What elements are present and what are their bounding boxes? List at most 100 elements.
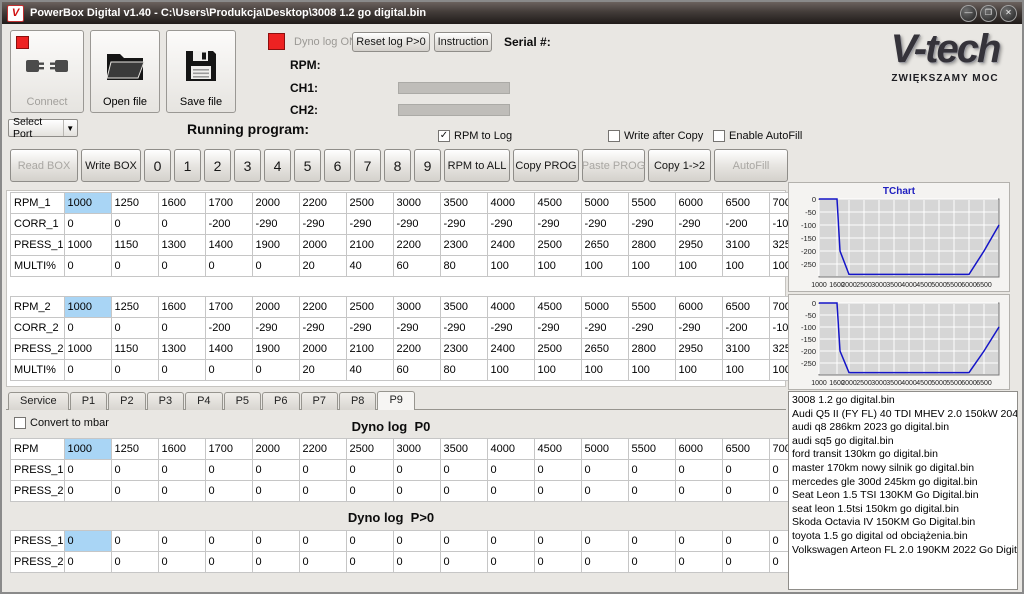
table-cell[interactable]: -200: [205, 318, 252, 339]
table-cell[interactable]: 100: [722, 256, 769, 277]
table-cell[interactable]: -290: [393, 214, 440, 235]
copy-1-to-2-button[interactable]: Copy 1->2: [648, 149, 711, 182]
tab-p3[interactable]: P3: [147, 392, 184, 410]
tab-p9[interactable]: P9: [377, 391, 414, 410]
close-button[interactable]: ✕: [1000, 5, 1017, 22]
table-cell[interactable]: 1000: [64, 439, 111, 460]
table-cell[interactable]: 0: [346, 481, 393, 502]
table-cell[interactable]: 1000: [64, 297, 111, 318]
table-cell[interactable]: 3500: [440, 439, 487, 460]
table-cell[interactable]: 100: [675, 256, 722, 277]
table-cell[interactable]: 4500: [534, 297, 581, 318]
table-cell[interactable]: 1000: [64, 193, 111, 214]
file-list-item[interactable]: seat leon 1.5tsi 150km go digital.bin: [792, 503, 1017, 517]
file-list-item[interactable]: Seat Leon 1.5 TSI 130KM Go Digital.bin: [792, 489, 1017, 503]
table-cell[interactable]: 4000: [487, 439, 534, 460]
program-5-button[interactable]: 5: [294, 149, 321, 182]
tab-p6[interactable]: P6: [262, 392, 299, 410]
table-cell[interactable]: 1300: [158, 339, 205, 360]
port-select[interactable]: Select Port ▼: [8, 119, 78, 137]
table-cell[interactable]: 0: [252, 552, 299, 573]
table-cell[interactable]: 40: [346, 256, 393, 277]
table-cell[interactable]: 1000: [64, 339, 111, 360]
table-cell[interactable]: 0: [205, 481, 252, 502]
table-cell[interactable]: 3100: [722, 235, 769, 256]
program-2-button[interactable]: 2: [204, 149, 231, 182]
table-cell[interactable]: 1600: [158, 439, 205, 460]
program-6-button[interactable]: 6: [324, 149, 351, 182]
table-cell[interactable]: 0: [393, 552, 440, 573]
table-cell[interactable]: 0: [534, 481, 581, 502]
table-cell[interactable]: 0: [581, 481, 628, 502]
table-cell[interactable]: -290: [346, 214, 393, 235]
table-cell[interactable]: 0: [252, 481, 299, 502]
table-cell[interactable]: 0: [487, 531, 534, 552]
table-cell[interactable]: 0: [675, 552, 722, 573]
table-cell[interactable]: 0: [299, 460, 346, 481]
table-cell[interactable]: 0: [628, 460, 675, 481]
table-cell[interactable]: -200: [205, 214, 252, 235]
table-cell[interactable]: -290: [440, 318, 487, 339]
table-cell[interactable]: 0: [64, 318, 111, 339]
table-cell[interactable]: 2000: [252, 439, 299, 460]
table-cell[interactable]: 1400: [205, 339, 252, 360]
table-cell[interactable]: 0: [205, 360, 252, 381]
table-cell[interactable]: 0: [440, 481, 487, 502]
table-cell[interactable]: 0: [581, 460, 628, 481]
table-cell[interactable]: 40: [346, 360, 393, 381]
table-cell[interactable]: 2500: [534, 339, 581, 360]
table-cell[interactable]: 2000: [252, 297, 299, 318]
read-box-button[interactable]: Read BOX: [10, 149, 78, 182]
table-cell[interactable]: 2400: [487, 339, 534, 360]
table-cell[interactable]: 0: [675, 481, 722, 502]
table-cell[interactable]: 0: [722, 552, 769, 573]
table-cell[interactable]: 5500: [628, 297, 675, 318]
table-cell[interactable]: 100: [722, 360, 769, 381]
table-cell[interactable]: 2100: [346, 339, 393, 360]
table-cell[interactable]: 0: [628, 552, 675, 573]
table-cell[interactable]: -290: [487, 318, 534, 339]
table-cell[interactable]: 0: [158, 552, 205, 573]
file-list-item[interactable]: Skoda Octavia IV 150KM Go Digital.bin: [792, 516, 1017, 530]
table-cell[interactable]: -290: [393, 318, 440, 339]
table-cell[interactable]: 0: [158, 460, 205, 481]
table-cell[interactable]: 0: [111, 318, 158, 339]
table-cell[interactable]: 0: [722, 531, 769, 552]
table-cell[interactable]: 0: [675, 531, 722, 552]
table-cell[interactable]: 0: [440, 531, 487, 552]
table-cell[interactable]: 2200: [299, 193, 346, 214]
maximize-button[interactable]: ❐: [980, 5, 997, 22]
table-cell[interactable]: -290: [252, 214, 299, 235]
table-cell[interactable]: 0: [440, 552, 487, 573]
program-8-button[interactable]: 8: [384, 149, 411, 182]
table-cell[interactable]: 0: [111, 481, 158, 502]
table-cell[interactable]: 2950: [675, 339, 722, 360]
table-cell[interactable]: 2500: [534, 235, 581, 256]
table-cell[interactable]: 6000: [675, 193, 722, 214]
write-after-copy-checkbox[interactable]: Write after Copy: [608, 130, 703, 142]
rpm-to-log-checkbox[interactable]: ✓ RPM to Log: [438, 130, 512, 142]
tab-p5[interactable]: P5: [224, 392, 261, 410]
table-cell[interactable]: 0: [158, 318, 205, 339]
instruction-button[interactable]: Instruction: [434, 32, 492, 52]
table-cell[interactable]: 5500: [628, 439, 675, 460]
table-cell[interactable]: 6000: [675, 439, 722, 460]
table-cell[interactable]: 2200: [393, 339, 440, 360]
table-cell[interactable]: 5500: [628, 193, 675, 214]
table-cell[interactable]: 100: [487, 256, 534, 277]
file-list-item[interactable]: Volkswagen Arteon FL 2.0 190KM 2022 Go D…: [792, 544, 1017, 558]
table-cell[interactable]: 2100: [346, 235, 393, 256]
table-cell[interactable]: 1700: [205, 193, 252, 214]
tab-p8[interactable]: P8: [339, 392, 376, 410]
table-cell[interactable]: -290: [252, 318, 299, 339]
table-cell[interactable]: -290: [534, 318, 581, 339]
program-3-button[interactable]: 3: [234, 149, 261, 182]
table-cell[interactable]: -290: [581, 214, 628, 235]
table-cell[interactable]: 0: [111, 552, 158, 573]
table-cell[interactable]: 100: [581, 256, 628, 277]
autofill-button[interactable]: AutoFill: [714, 149, 788, 182]
table-cell[interactable]: 0: [252, 256, 299, 277]
table-cell[interactable]: 100: [581, 360, 628, 381]
file-list-item[interactable]: toyota 1.5 go digital od obciążenia.bin: [792, 530, 1017, 544]
file-list-item[interactable]: master 170km nowy silnik go digital.bin: [792, 462, 1017, 476]
